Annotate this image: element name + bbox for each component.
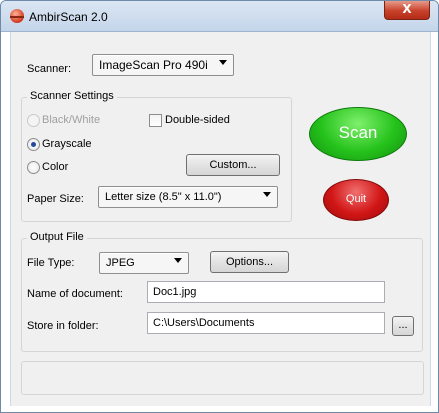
scanner-settings-title: Scanner Settings	[27, 90, 117, 102]
status-bar	[21, 361, 424, 395]
scan-button[interactable]: Scan	[309, 107, 407, 161]
browse-folder-label: ...	[398, 319, 408, 331]
store-folder-label: Store in folder:	[27, 320, 99, 332]
paper-size-value: Letter size (8.5" x 11.0")	[105, 191, 222, 203]
radio-black-white[interactable]	[27, 114, 40, 127]
custom-button[interactable]: Custom...	[186, 154, 280, 176]
output-file-title: Output File	[27, 231, 87, 243]
chevron-down-icon	[219, 60, 227, 65]
browse-folder-button[interactable]: ...	[392, 316, 414, 336]
document-name-label: Name of document:	[27, 288, 123, 300]
scanner-settings-group: Scanner Settings Black/White Grayscale C…	[21, 90, 292, 222]
file-type-select[interactable]: JPEG	[99, 252, 189, 274]
quit-button[interactable]: Quit	[323, 179, 389, 221]
output-file-group: Output File File Type: JPEG Options... N…	[21, 231, 423, 352]
radio-color-label: Color	[42, 161, 69, 173]
radio-selected-dot	[31, 142, 36, 147]
chevron-down-icon	[174, 258, 182, 263]
document-name-value: Doc1.jpg	[153, 286, 197, 298]
radio-grayscale-label: Grayscale	[42, 138, 92, 150]
radio-grayscale[interactable]	[27, 138, 40, 151]
title-bar[interactable]: AmbirScan 2.0 X	[1, 1, 438, 32]
paper-size-label: Paper Size:	[27, 193, 84, 205]
custom-button-label: Custom...	[209, 159, 257, 171]
close-button[interactable]: X	[384, 1, 430, 20]
double-sided-label: Double-sided	[165, 114, 230, 126]
double-sided-checkbox[interactable]	[149, 114, 162, 127]
store-folder-input[interactable]: C:\Users\Documents	[147, 312, 385, 334]
options-button[interactable]: Options...	[210, 251, 289, 273]
window-title: AmbirScan 2.0	[29, 10, 108, 24]
main-panel: Scanner: ImageScan Pro 490i Scanner Sett…	[10, 32, 431, 406]
scanner-value: ImageScan Pro 490i	[99, 58, 208, 72]
radio-black-white-label: Black/White	[42, 114, 101, 126]
options-button-label: Options...	[225, 256, 274, 268]
paper-size-select[interactable]: Letter size (8.5" x 11.0")	[98, 186, 278, 208]
app-window: AmbirScan 2.0 X Scanner: ImageScan Pro 4…	[0, 0, 439, 413]
file-type-value: JPEG	[106, 257, 135, 269]
store-folder-value: C:\Users\Documents	[153, 317, 255, 329]
document-name-input[interactable]: Doc1.jpg	[147, 281, 385, 303]
scanner-select[interactable]: ImageScan Pro 490i	[92, 54, 234, 76]
scanner-label: Scanner:	[27, 63, 72, 75]
radio-color[interactable]	[27, 161, 40, 174]
file-type-label: File Type:	[27, 257, 75, 269]
app-icon	[10, 9, 24, 23]
chevron-down-icon	[263, 192, 271, 197]
